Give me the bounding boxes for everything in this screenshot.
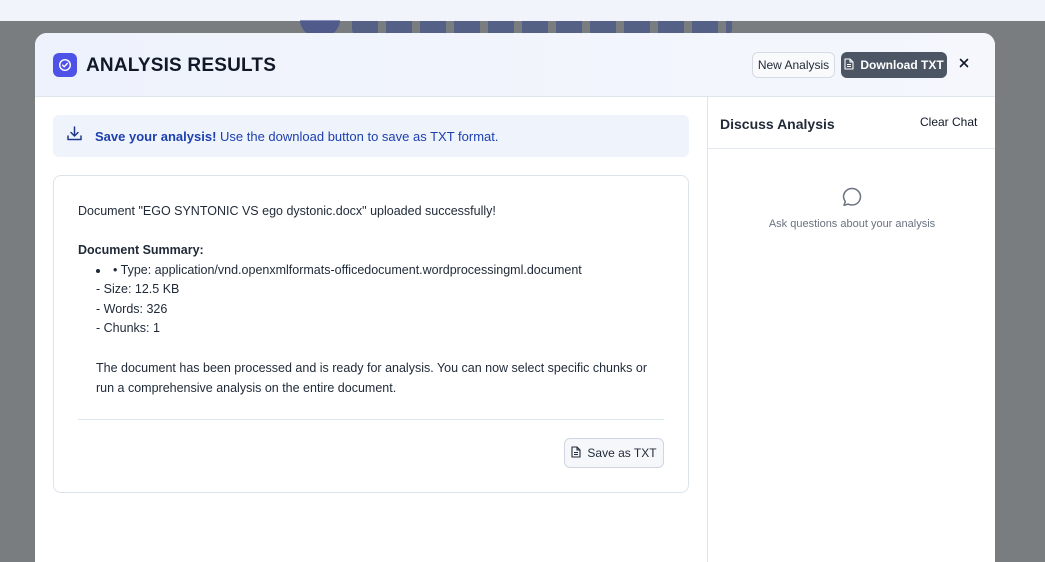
summary-type-line: • Type: application/vnd.openxmlformats-o… [113,262,582,277]
download-txt-button[interactable]: Download TXT [841,52,947,78]
check-circle-icon [53,53,77,77]
chat-header: Discuss Analysis Clear Chat [708,97,995,149]
analysis-pane: Save your analysis! Use the download but… [35,97,707,562]
save-analysis-text: Use the download button to save as TXT f… [216,128,499,144]
discuss-analysis-panel: Discuss Analysis Clear Chat Ask question… [707,97,995,562]
analysis-result-card: Document "EGO SYNTONIC VS ego dystonic.d… [53,175,689,493]
chat-empty-message: Ask questions about your analysis [768,218,936,230]
background-page-strip [0,0,1045,21]
analysis-results-modal: ANALYSIS RESULTS New Analysis Download T… [35,33,995,562]
save-analysis-message: Save your analysis! Use the download but… [95,129,498,144]
summary-words-line: - Words: 326 [96,301,168,316]
modal-title: ANALYSIS RESULTS [86,55,277,76]
save-as-txt-button[interactable]: Save as TXT [564,438,664,468]
summary-heading: Document Summary: [78,243,204,257]
list-item: • Type: application/vnd.openxmlformats-o… [78,261,668,281]
save-analysis-bold: Save your analysis! [95,128,217,144]
download-txt-label: Download TXT [860,58,944,72]
new-analysis-button[interactable]: New Analysis [752,52,835,78]
chat-title: Discuss Analysis [720,116,835,132]
close-button[interactable] [955,55,973,73]
download-icon [66,125,83,147]
document-icon [844,57,854,73]
clear-chat-button[interactable]: Clear Chat [920,114,977,130]
save-analysis-banner: Save your analysis! Use the download but… [53,115,689,157]
chat-bubble-icon [841,186,863,208]
card-divider [78,419,664,420]
upload-message: Document "EGO SYNTONIC VS ego dystonic.d… [78,204,496,218]
save-as-txt-label: Save as TXT [587,446,657,460]
summary-size-line: - Size: 12.5 KB [96,282,180,296]
modal-header: ANALYSIS RESULTS New Analysis Download T… [35,33,995,97]
close-icon [959,55,969,73]
closing-paragraph: The document has been processed and is r… [96,361,648,395]
document-icon [571,445,581,461]
summary-chunks-line: - Chunks: 1 [96,321,160,335]
analysis-result-text: Document "EGO SYNTONIC VS ego dystonic.d… [78,202,668,398]
